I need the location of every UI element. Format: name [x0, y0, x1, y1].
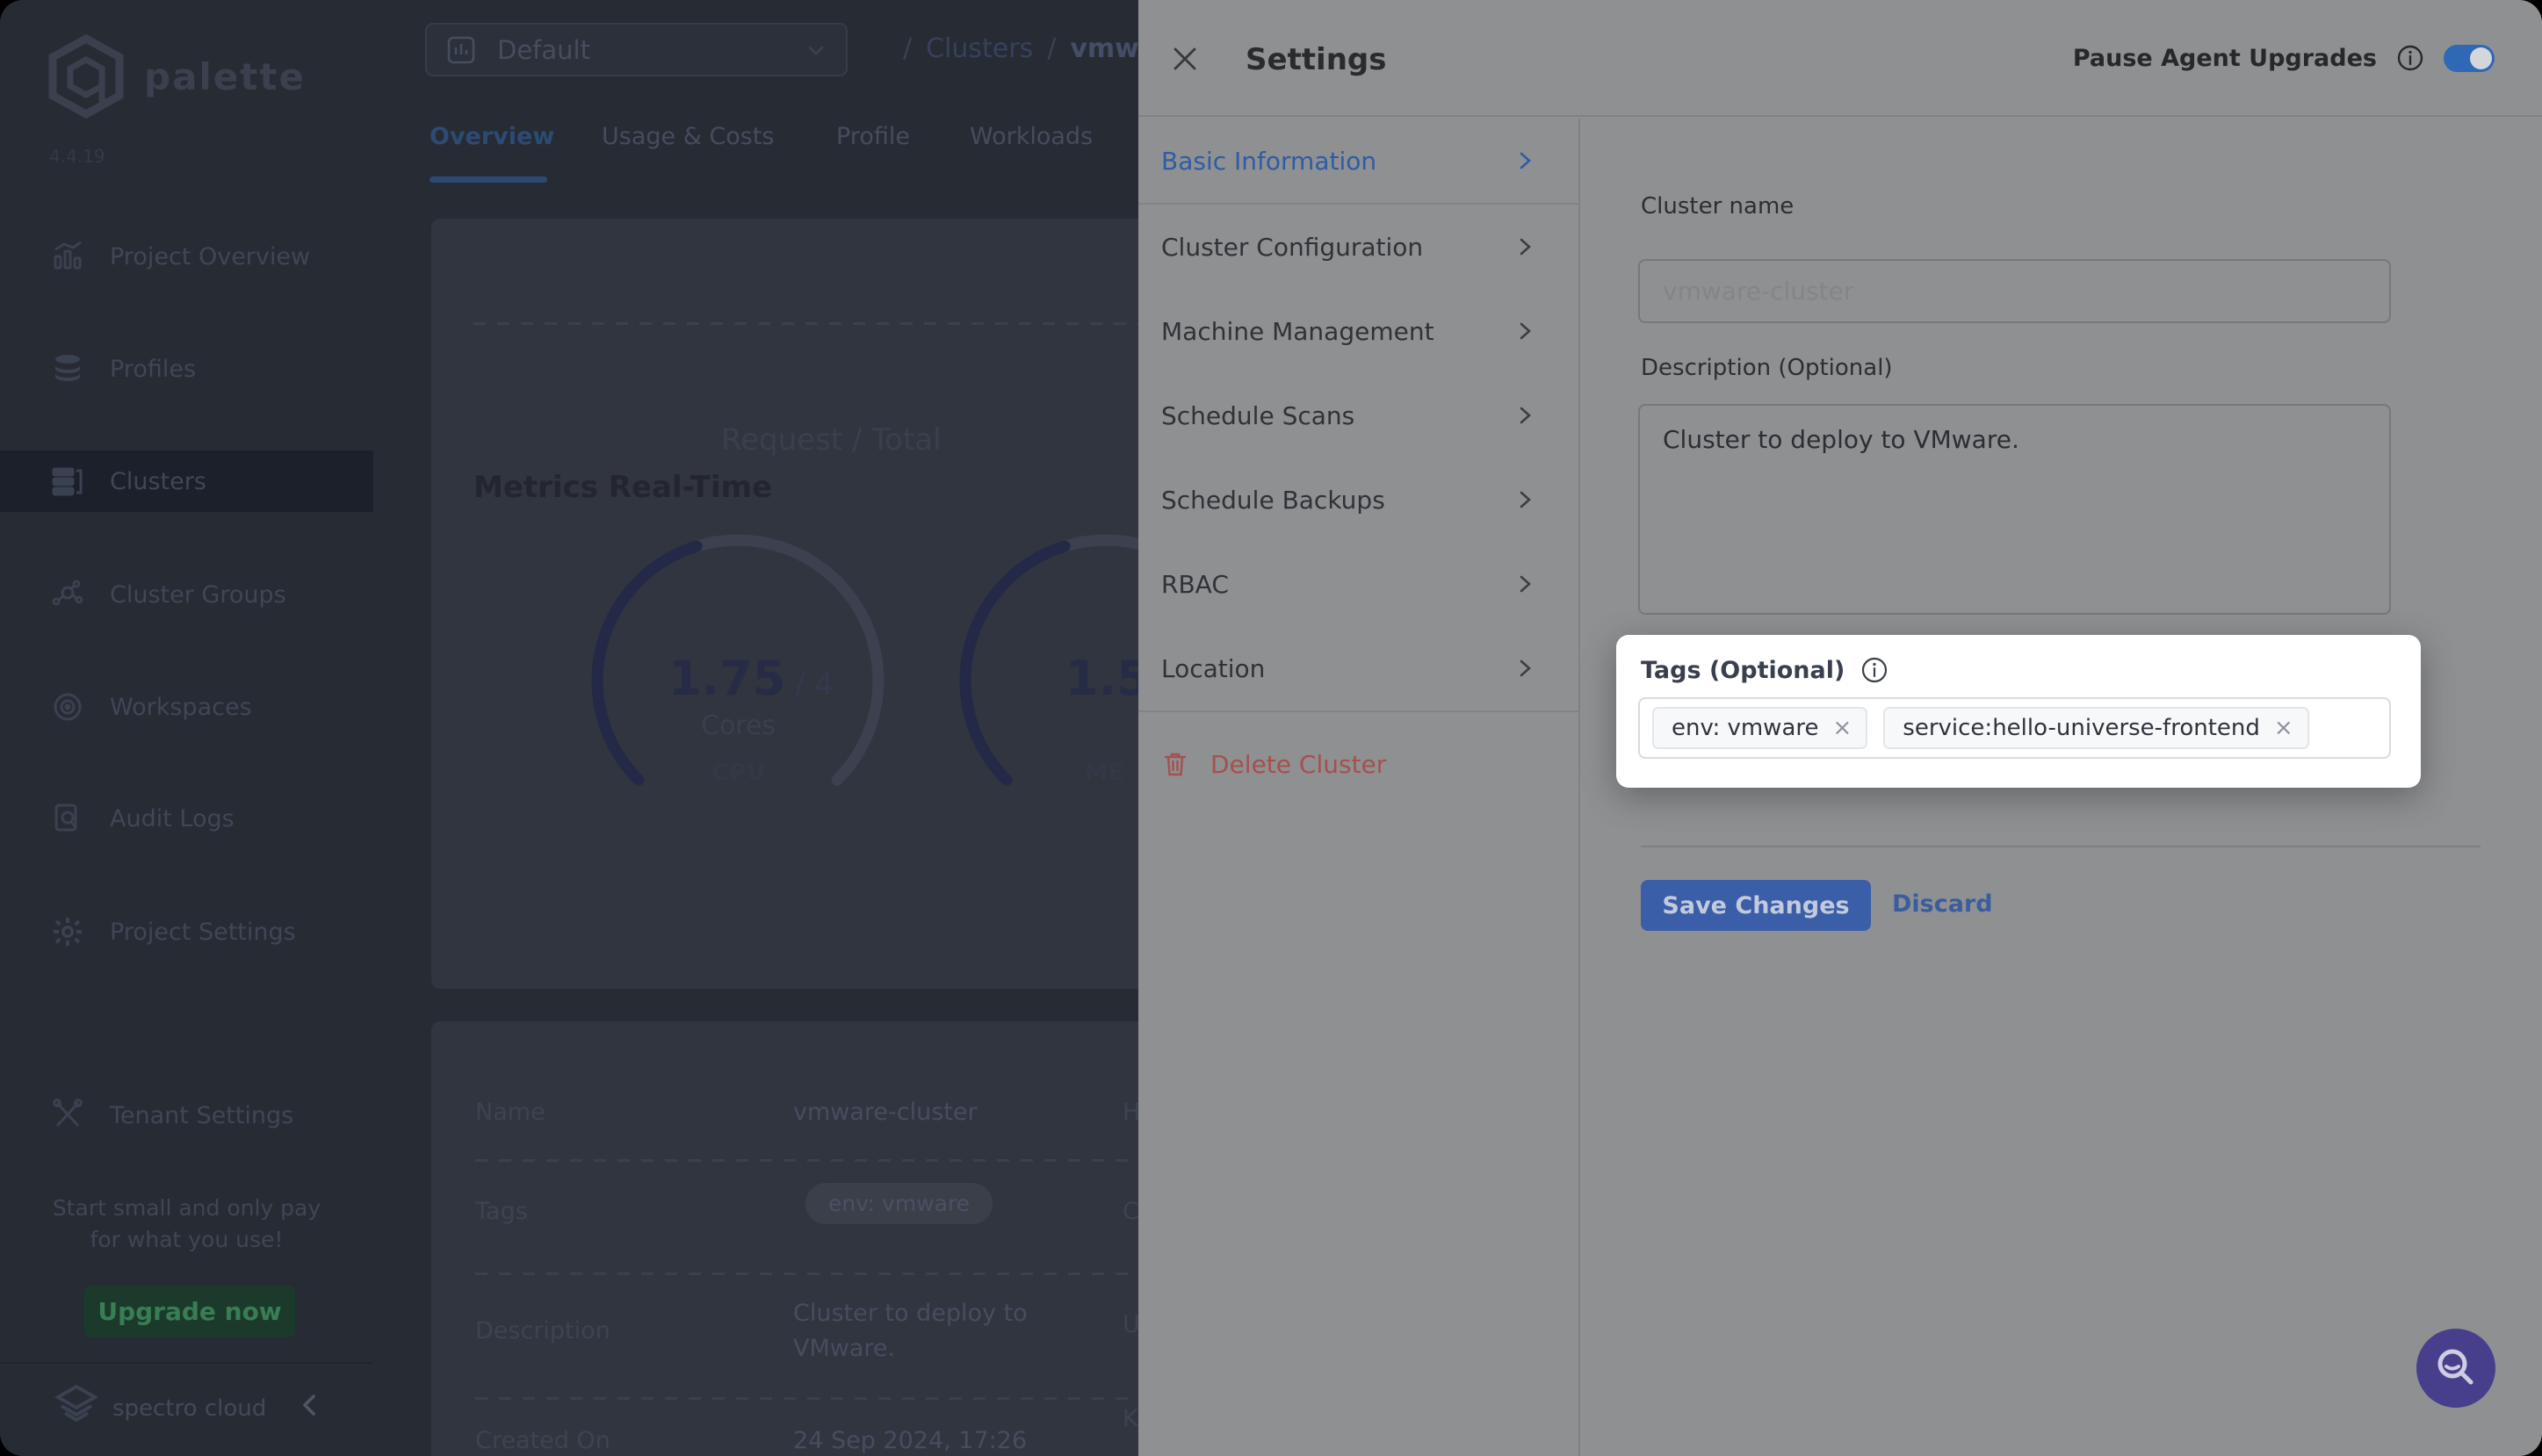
- info-tag-chip: env: vmware: [805, 1183, 993, 1224]
- palette-logo-icon: [46, 33, 126, 119]
- clipped-column-letter: K: [1123, 1405, 1138, 1432]
- sidebar-footer: spectro cloud: [0, 1362, 373, 1456]
- layers-stack-icon: [50, 351, 85, 386]
- cluster-name-value: vmware-cluster: [1663, 277, 1853, 306]
- brand-logo-row: palette: [46, 33, 306, 119]
- tab-profile[interactable]: Profile: [836, 123, 910, 150]
- sidebar-item-audit-logs[interactable]: Audit Logs: [0, 788, 373, 849]
- metrics-subtitle: Request / Total: [721, 422, 942, 458]
- project-selector-value: Default: [497, 35, 590, 65]
- breadcrumb-slash: /: [903, 33, 912, 64]
- upgrade-now-button[interactable]: Upgrade now: [84, 1286, 295, 1337]
- metrics-card-title: Metrics Real-Time: [473, 470, 772, 505]
- cluster-name-label: Cluster name: [1641, 193, 1794, 220]
- tab-workloads[interactable]: Workloads: [970, 123, 1093, 150]
- help-search-fab[interactable]: [2416, 1329, 2495, 1408]
- discard-button[interactable]: Discard: [1892, 890, 1993, 918]
- app-version: 4.4.19: [49, 146, 105, 167]
- remove-tag-icon[interactable]: ×: [1833, 715, 1852, 741]
- sidebar-item-label: Cluster Groups: [110, 581, 286, 609]
- breadcrumb-slash: /: [1047, 33, 1056, 64]
- sidebar-item-label: Tenant Settings: [110, 1102, 293, 1129]
- tags-label: Tags (Optional): [1641, 657, 1845, 684]
- info-value-created-on: 24 Sep 2024, 17:26: [793, 1427, 1027, 1454]
- sidebar-item-project-settings[interactable]: Project Settings: [0, 901, 373, 962]
- info-value-description-line1: Cluster to deploy to: [793, 1300, 1028, 1327]
- clipped-column-letter: C: [1123, 1198, 1139, 1225]
- tools-icon: [50, 1098, 85, 1133]
- sidebar-item-label: Workspaces: [110, 694, 252, 721]
- sidebar-item-label: Project Settings: [110, 919, 296, 946]
- sidebar-item-project-overview[interactable]: Project Overview: [0, 226, 373, 287]
- search-smile-icon: [2433, 1345, 2479, 1391]
- active-tab-underline: [430, 177, 547, 183]
- tab-usage-costs[interactable]: Usage & Costs: [602, 123, 774, 150]
- project-chart-icon: [446, 35, 476, 65]
- sidebar-item-workspaces[interactable]: Workspaces: [0, 676, 373, 738]
- cpu-gauge-total: / 4: [785, 667, 834, 703]
- sidebar-item-label: Audit Logs: [110, 805, 235, 833]
- sidebar-item-profiles[interactable]: Profiles: [0, 338, 373, 400]
- tags-input[interactable]: env: vmware × service:hello-universe-fro…: [1638, 697, 2391, 759]
- description-label: Description (Optional): [1641, 355, 1893, 381]
- memory-gauge-caption: ME: [1085, 760, 1125, 786]
- cpu-gauge-unit: Cores: [701, 710, 776, 741]
- sidebar-item-tenant-settings[interactable]: Tenant Settings: [0, 1085, 373, 1146]
- description-textarea[interactable]: Cluster to deploy to VMware.: [1638, 404, 2391, 615]
- info-value-description-line2: VMware.: [793, 1335, 895, 1362]
- clipped-column-letter: U: [1123, 1311, 1140, 1338]
- upgrade-promo-text: Start small and only pay for what you us…: [0, 1193, 373, 1256]
- cpu-gauge-caption: CPU: [711, 760, 766, 786]
- server-list-icon: [50, 464, 85, 499]
- tags-spotlight-card: Tags (Optional) env: vmware × service:he…: [1616, 635, 2421, 788]
- gear-icon: [50, 914, 85, 949]
- project-selector-dropdown[interactable]: Default: [425, 23, 848, 76]
- sidebar-item-clusters[interactable]: Clusters: [0, 450, 373, 512]
- bar-chart-icon: [50, 239, 85, 274]
- app-screen: palette 4.4.19 Project Overview Profiles: [0, 0, 2542, 1456]
- spectro-cloud-label: spectro cloud: [112, 1395, 266, 1422]
- form-divider: [1641, 846, 2481, 847]
- tab-overview[interactable]: Overview: [430, 123, 554, 150]
- sidebar-item-cluster-groups[interactable]: Cluster Groups: [0, 564, 373, 625]
- concentric-circles-icon: [50, 689, 85, 724]
- breadcrumb-clusters-link[interactable]: Clusters: [926, 33, 1033, 64]
- save-changes-button[interactable]: Save Changes: [1641, 880, 1871, 931]
- sidebar-item-label: Clusters: [110, 468, 206, 495]
- node-network-icon: [50, 577, 85, 612]
- info-icon[interactable]: [1860, 656, 1888, 684]
- tag-chip-service-hello-universe-frontend: service:hello-universe-frontend ×: [1883, 707, 2308, 749]
- cpu-gauge-value: 1.75 / 4: [668, 651, 834, 706]
- info-label-name: Name: [475, 1099, 545, 1126]
- cluster-name-input[interactable]: vmware-cluster: [1638, 259, 2391, 323]
- remove-tag-icon[interactable]: ×: [2274, 715, 2293, 741]
- brand-name: palette: [144, 55, 306, 98]
- sidebar-item-label: Profiles: [110, 356, 196, 383]
- document-search-icon: [50, 801, 85, 836]
- description-value: Cluster to deploy to VMware.: [1663, 425, 2389, 454]
- info-label-created-on: Created On: [475, 1427, 610, 1454]
- tag-chip-env-vmware: env: vmware ×: [1652, 707, 1867, 749]
- info-label-description: Description: [475, 1317, 610, 1344]
- spectro-cloud-logo-icon: [53, 1383, 100, 1427]
- chevron-down-icon: [805, 40, 827, 61]
- collapse-sidebar-chevron-icon[interactable]: [297, 1392, 323, 1418]
- sidebar-item-label: Project Overview: [110, 243, 310, 270]
- info-value-name: vmware-cluster: [793, 1099, 978, 1126]
- info-label-tags: Tags: [475, 1198, 528, 1225]
